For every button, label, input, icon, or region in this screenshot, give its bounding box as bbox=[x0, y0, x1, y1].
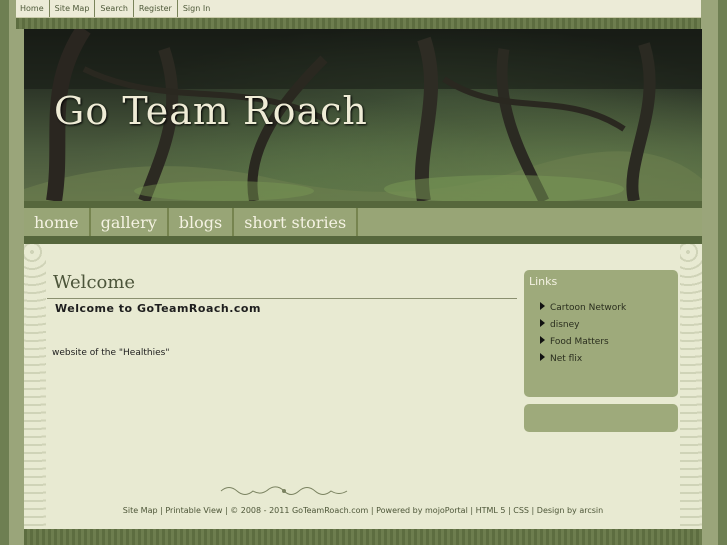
empty-side-panel bbox=[524, 404, 678, 432]
nav-tab-blogs[interactable]: blogs bbox=[169, 208, 235, 236]
link-net-flix[interactable]: Net flix bbox=[540, 352, 626, 369]
footer-design-link[interactable]: Design by arcsin bbox=[537, 506, 603, 515]
left-ornament bbox=[24, 244, 46, 529]
body-text: website of the "Healthies" bbox=[52, 348, 170, 358]
link-food-matters[interactable]: Food Matters bbox=[540, 335, 626, 352]
banner-bottom-border bbox=[24, 201, 702, 208]
top-nav-register-link[interactable]: Register bbox=[134, 0, 178, 17]
bullet-arrow-icon bbox=[540, 302, 545, 310]
welcome-subheading: Welcome to GoTeamRoach.com bbox=[55, 302, 261, 315]
footer-flourish-ornament bbox=[220, 486, 348, 495]
top-nav-sign-in-link[interactable]: Sign In bbox=[178, 0, 215, 17]
link-label: Cartoon Network bbox=[550, 303, 627, 313]
nav-bottom-border bbox=[24, 236, 702, 244]
bullet-arrow-icon bbox=[540, 336, 545, 344]
footer-links: Site Map | Printable View | © 2008 - 201… bbox=[122, 506, 604, 515]
top-nav-site-map-link[interactable]: Site Map bbox=[50, 0, 96, 17]
link-label: disney bbox=[550, 320, 580, 330]
footer-powered-by-link[interactable]: Powered by mojoPortal bbox=[376, 506, 468, 515]
content-area: Welcome Welcome to GoTeamRoach.com websi… bbox=[24, 244, 702, 529]
top-nav-home-link[interactable]: Home bbox=[16, 0, 50, 17]
right-ornament bbox=[680, 244, 702, 529]
header-banner: Go Team Roach bbox=[24, 29, 702, 201]
bullet-arrow-icon bbox=[540, 319, 545, 327]
nav-tab-short-stories[interactable]: short stories bbox=[234, 208, 359, 236]
footer-copyright: © 2008 - 2011 GoTeamRoach.com bbox=[230, 506, 369, 515]
links-heading: Links bbox=[529, 275, 558, 288]
bullet-arrow-icon bbox=[540, 353, 545, 361]
top-frame-border bbox=[16, 18, 701, 29]
links-panel: Links Cartoon Network disney Food Matter… bbox=[524, 270, 678, 397]
bottom-frame-border bbox=[24, 529, 702, 545]
link-disney[interactable]: disney bbox=[540, 318, 626, 335]
top-utility-nav: Home Site Map Search Register Sign In bbox=[16, 0, 701, 18]
title-divider bbox=[47, 298, 517, 299]
footer-html5-link[interactable]: HTML 5 bbox=[476, 506, 506, 515]
footer-site-map-link[interactable]: Site Map bbox=[123, 506, 158, 515]
top-nav-search-link[interactable]: Search bbox=[95, 0, 134, 17]
link-label: Net flix bbox=[550, 354, 583, 364]
main-nav: home gallery blogs short stories bbox=[24, 208, 702, 236]
site-title: Go Team Roach bbox=[54, 89, 368, 133]
link-label: Food Matters bbox=[550, 337, 609, 347]
link-cartoon-network[interactable]: Cartoon Network bbox=[540, 301, 626, 318]
page-title: Welcome bbox=[53, 272, 136, 293]
nav-tab-home[interactable]: home bbox=[24, 208, 91, 236]
footer-printable-view-link[interactable]: Printable View bbox=[165, 506, 222, 515]
nav-tab-gallery[interactable]: gallery bbox=[91, 208, 169, 236]
links-list: Cartoon Network disney Food Matters Net … bbox=[540, 301, 626, 369]
footer-css-link[interactable]: CSS bbox=[513, 506, 529, 515]
